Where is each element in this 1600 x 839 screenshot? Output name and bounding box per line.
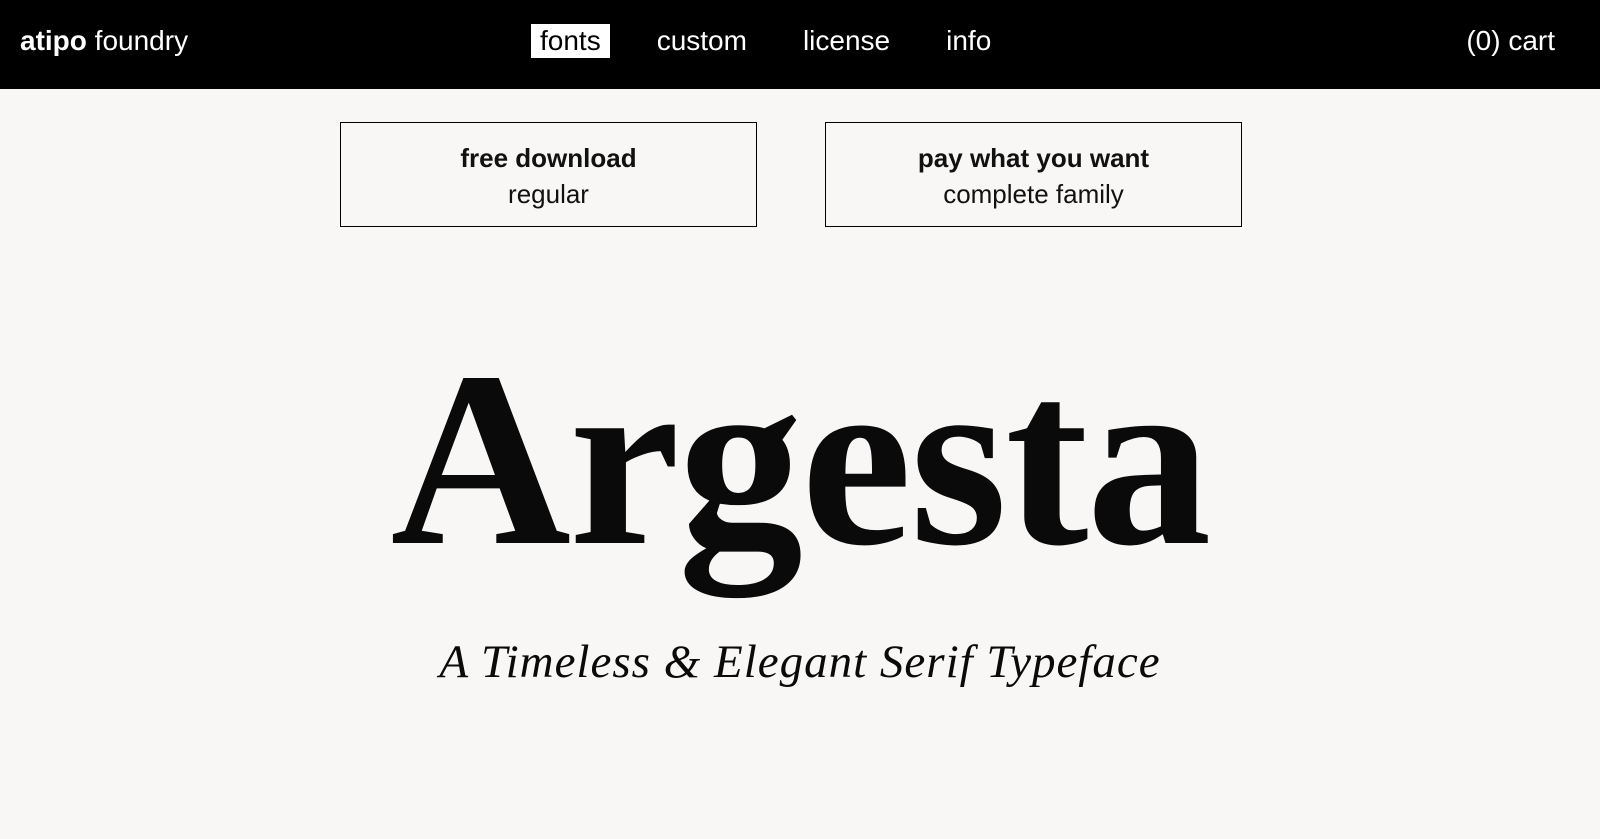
nav-item-custom[interactable]: custom: [648, 24, 756, 58]
cart-link[interactable]: (0) cart: [1466, 24, 1555, 58]
main-nav: fonts custom license info: [531, 24, 1000, 58]
pay-what-you-want-title: pay what you want: [917, 143, 1150, 173]
pay-what-you-want-subtitle: complete family: [943, 179, 1124, 209]
logo-brand-regular: foundry: [94, 25, 189, 56]
free-download-title: free download: [460, 143, 637, 173]
nav-item-info[interactable]: info: [937, 24, 1000, 58]
free-download-button[interactable]: free download regular: [340, 122, 757, 227]
logo-brand-bold: atipo: [20, 25, 87, 56]
nav-item-license[interactable]: license: [794, 24, 899, 58]
free-download-subtitle: regular: [508, 179, 589, 209]
top-navigation-bar: atipo foundry fonts custom license info …: [0, 0, 1600, 89]
font-name-heading: Argesta: [390, 321, 1211, 598]
pay-what-you-want-button[interactable]: pay what you want complete family: [825, 122, 1242, 227]
font-tagline: A Timeless & Elegant Serif Typeface: [439, 636, 1161, 688]
nav-item-fonts[interactable]: fonts: [531, 24, 610, 58]
site-logo-link[interactable]: atipo foundry: [20, 24, 188, 58]
